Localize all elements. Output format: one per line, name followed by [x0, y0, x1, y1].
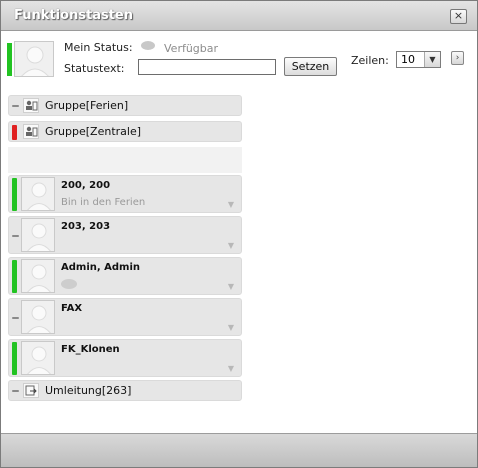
function-key-group[interactable]: Gruppe[Zentrale]: [8, 121, 242, 142]
window-footer: [1, 433, 477, 467]
group-icon: [23, 98, 39, 113]
empty-slot: [8, 147, 242, 173]
function-key-user[interactable]: Admin, Admin ▼: [8, 257, 242, 295]
key-status-indicator: [12, 317, 19, 319]
chevron-down-icon: ▼: [424, 52, 440, 67]
key-label: FAX: [61, 303, 83, 314]
rows-select-value: 10: [401, 53, 415, 66]
window-titlebar: Funktionstasten ×: [1, 1, 477, 31]
key-status-indicator: [12, 178, 17, 211]
chevron-down-icon[interactable]: ▼: [228, 323, 234, 332]
key-status-indicator: [12, 105, 19, 107]
chevron-down-icon[interactable]: ▼: [228, 241, 234, 250]
user-silhouette-icon: [21, 46, 49, 76]
function-key-user[interactable]: 203, 203 ▼: [8, 216, 242, 254]
key-label: 200, 200: [61, 180, 111, 191]
key-label: Umleitung[263]: [45, 384, 132, 397]
status-bubble-icon: [141, 41, 155, 50]
key-status-indicator: [12, 235, 19, 237]
user-silhouette-icon: [27, 223, 51, 251]
function-key-user[interactable]: FAX ▼: [8, 298, 242, 336]
key-status-indicator: [12, 125, 17, 140]
statustext-label: Statustext:: [64, 62, 125, 75]
user-silhouette-icon: [27, 346, 51, 374]
my-status-label: Mein Status:: [64, 41, 133, 54]
user-silhouette-icon: [27, 305, 51, 333]
rows-select[interactable]: 10 ▼: [396, 51, 441, 68]
group-icon: [23, 124, 39, 139]
redirect-icon: [23, 383, 39, 398]
chevron-right-icon: ›: [455, 53, 460, 63]
set-status-button[interactable]: Setzen: [284, 57, 337, 76]
avatar: [21, 341, 55, 375]
key-label: Gruppe[Ferien]: [45, 99, 129, 112]
chevron-down-icon[interactable]: ▼: [228, 282, 234, 291]
avatar: [21, 218, 55, 252]
function-key-group[interactable]: Gruppe[Ferien]: [8, 95, 242, 116]
user-silhouette-icon: [27, 264, 51, 292]
function-key-redirect[interactable]: Umleitung[263]: [8, 380, 242, 401]
next-page-button[interactable]: ›: [451, 51, 464, 65]
avatar: [21, 300, 55, 334]
function-key-user[interactable]: FK_Klonen ▼: [8, 339, 242, 377]
key-label: FK_Klonen: [61, 344, 120, 355]
key-status-indicator: [12, 342, 17, 375]
function-key-user[interactable]: 200, 200 Bin in den Ferien ▼: [8, 175, 242, 213]
chevron-down-icon[interactable]: ▼: [228, 364, 234, 373]
key-status-text: Bin in den Ferien: [61, 197, 146, 208]
close-icon: ×: [453, 9, 464, 22]
status-bubble-icon: [61, 279, 77, 289]
own-status-indicator: [7, 43, 12, 76]
key-status-indicator: [12, 390, 19, 392]
rows-label: Zeilen:: [351, 54, 389, 67]
avatar: [14, 41, 54, 77]
statustext-input[interactable]: [138, 59, 276, 75]
avatar: [21, 177, 55, 211]
key-label: Admin, Admin: [61, 262, 141, 273]
window-title: Funktionstasten: [14, 8, 133, 23]
avatar: [21, 259, 55, 293]
my-status-value[interactable]: Verfügbar: [164, 42, 218, 55]
chevron-down-icon[interactable]: ▼: [228, 200, 234, 209]
key-status-indicator: [12, 260, 17, 293]
close-button[interactable]: ×: [450, 9, 467, 24]
user-silhouette-icon: [27, 182, 51, 210]
key-label: Gruppe[Zentrale]: [45, 125, 142, 138]
key-label: 203, 203: [61, 221, 111, 232]
function-keys-window: Funktionstasten × Mein Status: Verfügbar…: [0, 0, 478, 468]
